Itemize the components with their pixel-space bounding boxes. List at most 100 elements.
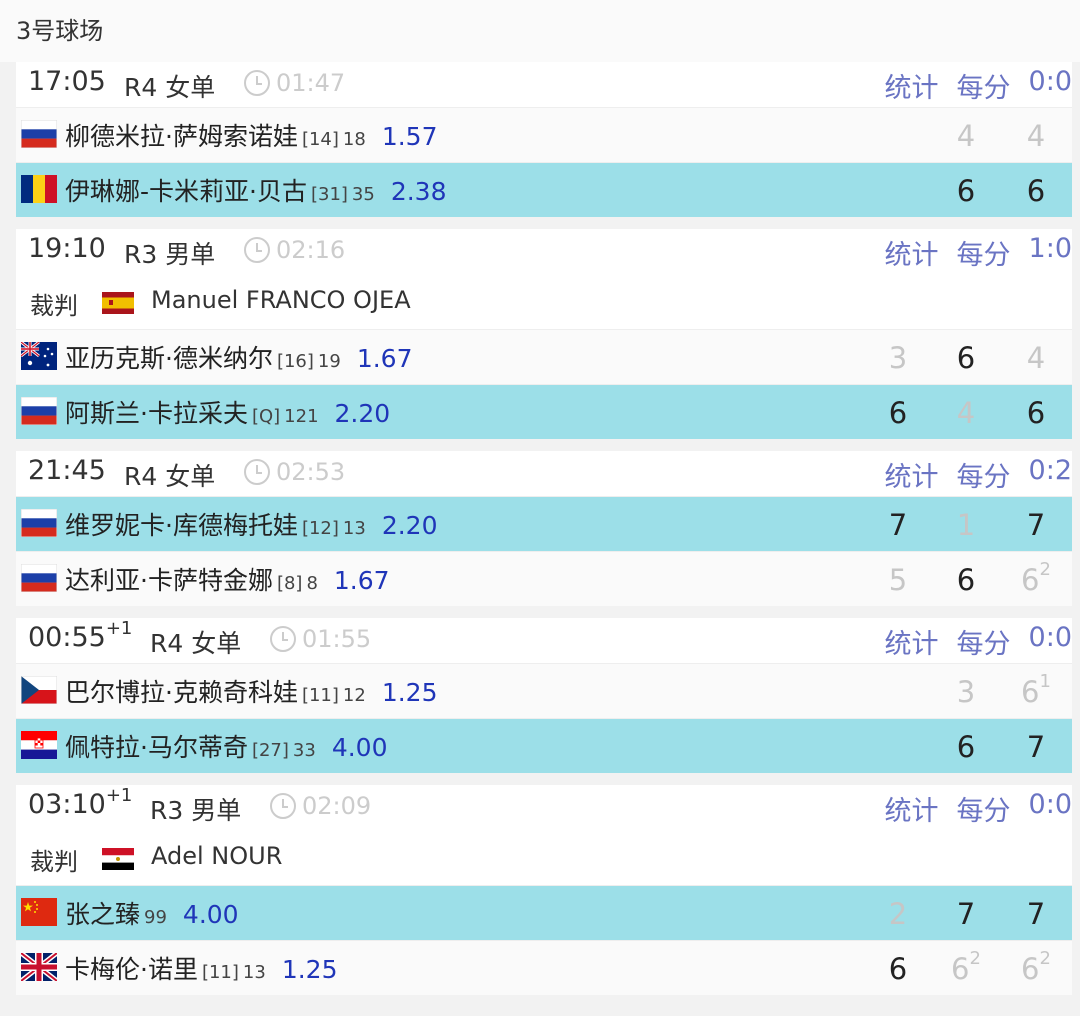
- match-time-value: 00:55: [28, 622, 106, 653]
- croatia-flag-icon: [21, 731, 57, 759]
- uk-flag-icon: [21, 953, 57, 981]
- set-games: 6: [956, 563, 976, 597]
- player-name[interactable]: 维罗妮卡·库德梅托娃: [65, 511, 298, 540]
- set-score: 62: [1016, 948, 1056, 986]
- player-odds: 4.00: [331, 733, 388, 762]
- points-link[interactable]: 每分: [957, 66, 1011, 105]
- set-score: 6: [878, 396, 918, 430]
- player-info: 伊琳娜-卡米莉亚·贝古 [31] 35 2.38: [65, 172, 447, 208]
- player-rank: 33: [292, 740, 316, 761]
- player-name[interactable]: 亚历克斯·德米纳尔: [65, 344, 273, 373]
- player-rank: 99: [144, 907, 167, 928]
- match-time-value: 21:45: [28, 455, 106, 486]
- russia-flag-icon: [21, 397, 57, 425]
- china-flag-icon: [21, 898, 57, 926]
- player-name[interactable]: 伊琳娜-卡米莉亚·贝古: [65, 177, 307, 206]
- match-card: 17:05 R4 女单 01:47 统计 每分 0:0 柳德米拉·萨姆索诺娃 [14] 18 1.…: [16, 62, 1072, 217]
- referee-row: 裁判 Manuel FRANCO OJEA: [16, 274, 1072, 329]
- player-odds: 4.00: [182, 900, 239, 929]
- set-score: 4: [946, 119, 986, 153]
- stats-link[interactable]: 统计: [885, 789, 939, 828]
- score-summary[interactable]: 1:0: [1029, 233, 1072, 272]
- australia-flag-icon: [21, 342, 57, 370]
- player-rank: 18: [342, 129, 366, 150]
- set-score: 7: [946, 897, 986, 931]
- player-info: 张之臻 99 4.00: [65, 895, 239, 931]
- player-row[interactable]: 达利亚·卡萨特金娜 [8] 8 1.67 5 6 62: [16, 551, 1072, 606]
- match-card: 03:10+1 R3 男单 02:09 统计 每分 0:0 裁判 Adel NOUR 张之臻 99…: [16, 785, 1072, 995]
- set-score: 7: [1016, 897, 1056, 931]
- set-score: 7: [1016, 508, 1056, 542]
- set-score: 4: [1016, 341, 1056, 375]
- player-name[interactable]: 巴尔博拉·克赖奇科娃: [65, 678, 298, 707]
- player-row[interactable]: 佩特拉·马尔蒂奇 [27] 33 4.00 6 7: [16, 718, 1072, 773]
- match-time-value: 17:05: [28, 66, 106, 97]
- match-duration: 01:55: [270, 625, 371, 653]
- set-score: 2: [878, 897, 918, 931]
- player-row[interactable]: 阿斯兰·卡拉采夫 [Q] 121 2.20 6 4 6: [16, 384, 1072, 439]
- player-row[interactable]: 亚历克斯·德米纳尔 [16] 19 1.67 3 6 4: [16, 329, 1072, 384]
- player-name[interactable]: 佩特拉·马尔蒂奇: [65, 733, 248, 762]
- duration-value: 02:09: [302, 792, 372, 820]
- set-games: 6: [951, 952, 970, 986]
- set-games: 7: [1026, 897, 1046, 931]
- duration-value: 02:16: [276, 236, 346, 264]
- court-title: 3号球场: [0, 0, 1080, 62]
- clock-icon: [244, 237, 270, 263]
- set-games: 6: [888, 396, 908, 430]
- player-odds: 1.25: [381, 678, 438, 707]
- player-row[interactable]: 巴尔博拉·克赖奇科娃 [11] 12 1.25 3 61: [16, 663, 1072, 718]
- russia-flag-icon: [21, 120, 57, 148]
- match-links: 统计 每分 0:0: [885, 622, 1072, 661]
- player-name[interactable]: 张之臻: [65, 900, 140, 929]
- set-games: 7: [1026, 508, 1046, 542]
- player-name[interactable]: 达利亚·卡萨特金娜: [65, 566, 273, 595]
- spain-flag-icon: [102, 292, 134, 314]
- player-name[interactable]: 阿斯兰·卡拉采夫: [65, 399, 248, 428]
- score-summary[interactable]: 0:0: [1029, 66, 1072, 105]
- score-summary[interactable]: 0:2: [1029, 455, 1072, 494]
- score-summary[interactable]: 0:0: [1029, 622, 1072, 661]
- player-row[interactable]: 柳德米拉·萨姆索诺娃 [14] 18 1.57 4 4: [16, 107, 1072, 162]
- referee-name: Adel NOUR: [151, 842, 283, 870]
- score-summary[interactable]: 0:0: [1029, 789, 1072, 828]
- set-games: 4: [1026, 341, 1046, 375]
- stats-link[interactable]: 统计: [885, 455, 939, 494]
- set-games: 6: [1021, 563, 1040, 597]
- set-score: 7: [878, 508, 918, 542]
- points-link[interactable]: 每分: [957, 789, 1011, 828]
- match-round: R4 女单: [150, 629, 242, 658]
- set-games: 6: [1021, 952, 1040, 986]
- player-seed: [11]: [201, 962, 239, 983]
- player-row[interactable]: 维罗妮卡·库德梅托娃 [12] 13 2.20 7 1 7: [16, 496, 1072, 551]
- points-link[interactable]: 每分: [957, 233, 1011, 272]
- player-name[interactable]: 卡梅伦·诺里: [65, 955, 198, 984]
- points-link[interactable]: 每分: [957, 455, 1011, 494]
- set-score: 6: [946, 730, 986, 764]
- russia-flag-icon: [21, 564, 57, 592]
- set-games: 6: [956, 730, 976, 764]
- player-rank: 12: [342, 685, 366, 706]
- referee-label: 裁判: [30, 292, 78, 320]
- stats-link[interactable]: 统计: [885, 622, 939, 661]
- stats-link[interactable]: 统计: [885, 66, 939, 105]
- points-link[interactable]: 每分: [957, 622, 1011, 661]
- set-score: 3: [878, 341, 918, 375]
- player-row[interactable]: 张之臻 99 4.00 2 7 7: [16, 885, 1072, 940]
- player-seed: [8]: [276, 573, 303, 594]
- player-seed: [16]: [276, 351, 314, 372]
- player-row[interactable]: 卡梅伦·诺里 [11] 13 1.25 6 62 62: [16, 940, 1072, 995]
- set-score: 6: [946, 341, 986, 375]
- player-name[interactable]: 柳德米拉·萨姆索诺娃: [65, 122, 298, 151]
- match-header: 03:10+1 R3 男单 02:09 统计 每分 0:0: [16, 785, 1072, 830]
- match-list: 17:05 R4 女单 01:47 统计 每分 0:0 柳德米拉·萨姆索诺娃 [14] 18 1.…: [0, 62, 1080, 995]
- set-games: 2: [888, 897, 908, 931]
- player-row[interactable]: 伊琳娜-卡米莉亚·贝古 [31] 35 2.38 6 6: [16, 162, 1072, 217]
- clock-icon: [270, 626, 296, 652]
- set-games: 4: [956, 396, 976, 430]
- player-odds: 2.38: [390, 177, 447, 206]
- match-time: 17:05: [28, 66, 106, 97]
- stats-link[interactable]: 统计: [885, 233, 939, 272]
- player-odds: 1.67: [356, 344, 413, 373]
- match-time: 19:10: [28, 233, 106, 264]
